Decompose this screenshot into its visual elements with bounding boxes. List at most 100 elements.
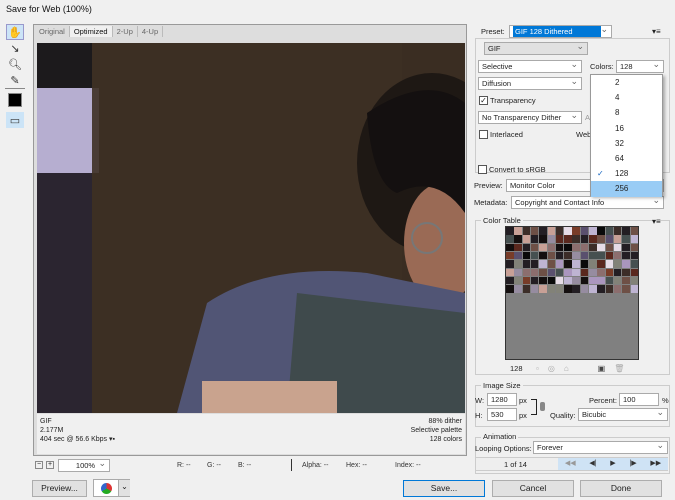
- color-swatch[interactable]: [530, 268, 539, 276]
- color-swatch[interactable]: [630, 227, 638, 235]
- color-swatch[interactable]: [564, 276, 572, 285]
- play-icon[interactable]: ▶: [610, 458, 615, 470]
- color-swatch[interactable]: [613, 268, 622, 276]
- color-swatch[interactable]: [522, 285, 531, 293]
- color-table[interactable]: [505, 226, 639, 360]
- color-swatch[interactable]: [530, 276, 539, 285]
- color-swatch[interactable]: [589, 227, 597, 235]
- color-swatch[interactable]: [555, 243, 564, 252]
- color-swatch[interactable]: [530, 227, 539, 235]
- color-swatch[interactable]: [589, 268, 597, 276]
- tab-2-up[interactable]: 2-Up: [112, 26, 138, 37]
- zoom-tool-icon[interactable]: 🔍︎: [6, 56, 24, 72]
- color-swatch[interactable]: [572, 276, 580, 285]
- color-swatch[interactable]: [564, 268, 572, 276]
- color-swatch[interactable]: [547, 235, 555, 243]
- eyedropper-tool-icon[interactable]: ✎: [6, 72, 24, 88]
- color-swatch[interactable]: [555, 260, 564, 268]
- colors-option-4[interactable]: 4: [591, 90, 662, 105]
- quality-select[interactable]: Bicubic: [578, 407, 668, 421]
- color-swatch[interactable]: [572, 251, 580, 260]
- color-swatch[interactable]: [564, 227, 572, 235]
- color-swatch[interactable]: [555, 268, 564, 276]
- color-swatch[interactable]: [522, 243, 531, 252]
- color-swatch[interactable]: [597, 235, 605, 243]
- slice-select-tool-icon[interactable]: ↘: [6, 40, 24, 56]
- color-swatch[interactable]: [572, 235, 580, 243]
- first-frame-icon[interactable]: ◀◀: [565, 458, 576, 470]
- color-swatch[interactable]: [605, 243, 614, 252]
- color-swatch[interactable]: [506, 243, 514, 252]
- color-swatch[interactable]: [597, 260, 605, 268]
- color-swatch[interactable]: [530, 235, 539, 243]
- color-swatch[interactable]: [522, 260, 531, 268]
- color-swatch[interactable]: [506, 285, 514, 293]
- color-swatch[interactable]: [589, 251, 597, 260]
- color-table-menu-icon[interactable]: ▾≡: [652, 217, 661, 226]
- color-swatch[interactable]: [605, 268, 614, 276]
- browser-preview-select[interactable]: ⌄: [93, 479, 130, 497]
- next-frame-icon[interactable]: |▶: [629, 458, 636, 470]
- color-swatch[interactable]: [597, 251, 605, 260]
- color-swatch[interactable]: [564, 243, 572, 252]
- color-swatch[interactable]: [622, 235, 630, 243]
- color-swatch[interactable]: [580, 227, 589, 235]
- color-swatch[interactable]: [564, 260, 572, 268]
- zoom-level-select[interactable]: 100%: [58, 458, 110, 472]
- zoom-in-button[interactable]: +: [46, 461, 54, 469]
- color-swatch[interactable]: [605, 260, 614, 268]
- color-swatch[interactable]: [630, 268, 638, 276]
- tab-4-up[interactable]: 4-Up: [137, 26, 164, 37]
- link-icon[interactable]: [540, 402, 545, 411]
- color-swatch[interactable]: [613, 276, 622, 285]
- color-swatch[interactable]: [514, 285, 522, 293]
- width-input[interactable]: 1280: [487, 393, 517, 406]
- color-swatch[interactable]: [572, 227, 580, 235]
- color-swatch[interactable]: [555, 251, 564, 260]
- color-swatch[interactable]: [613, 243, 622, 252]
- optimized-preview-image[interactable]: [37, 43, 465, 413]
- colors-option-32[interactable]: 32: [591, 136, 662, 151]
- color-swatch[interactable]: [630, 251, 638, 260]
- color-swatch[interactable]: [506, 235, 514, 243]
- color-swatch[interactable]: [572, 268, 580, 276]
- color-swatch[interactable]: [622, 260, 630, 268]
- color-swatch[interactable]: [597, 268, 605, 276]
- color-swatch[interactable]: [622, 251, 630, 260]
- color-swatch[interactable]: [547, 243, 555, 252]
- color-swatch[interactable]: [539, 268, 547, 276]
- color-swatch[interactable]: [506, 268, 514, 276]
- color-swatch[interactable]: [572, 243, 580, 252]
- color-swatch[interactable]: [539, 285, 547, 293]
- color-swatch[interactable]: [522, 251, 531, 260]
- color-swatch[interactable]: [580, 285, 589, 293]
- color-swatch[interactable]: [597, 243, 605, 252]
- color-swatch[interactable]: [522, 227, 531, 235]
- color-swatch[interactable]: [622, 285, 630, 293]
- color-swatch[interactable]: [589, 243, 597, 252]
- color-swatch[interactable]: [605, 235, 614, 243]
- color-swatch[interactable]: [613, 227, 622, 235]
- preview-button[interactable]: Preview...: [32, 480, 87, 497]
- color-swatch[interactable]: [555, 285, 564, 293]
- metadata-select[interactable]: Copyright and Contact Info: [511, 195, 664, 209]
- colors-option-8[interactable]: 8: [591, 105, 662, 120]
- color-swatch[interactable]: [514, 251, 522, 260]
- color-swatch[interactable]: [580, 260, 589, 268]
- new-color-icon[interactable]: ▣: [598, 364, 615, 373]
- color-swatch[interactable]: [514, 243, 522, 252]
- color-swatch[interactable]: [622, 276, 630, 285]
- cancel-button[interactable]: Cancel: [492, 480, 574, 497]
- percent-input[interactable]: 100: [619, 393, 659, 406]
- color-swatch[interactable]: [539, 235, 547, 243]
- map-transparent-icon[interactable]: ▫: [536, 364, 548, 373]
- color-swatch[interactable]: [514, 227, 522, 235]
- color-swatch[interactable]: [589, 285, 597, 293]
- toggle-slices-icon[interactable]: ▭: [6, 112, 24, 128]
- color-swatch[interactable]: [506, 227, 514, 235]
- colors-select[interactable]: 128: [616, 59, 664, 73]
- color-swatch[interactable]: [522, 235, 531, 243]
- format-select[interactable]: GIF: [484, 41, 588, 55]
- lock-color-icon[interactable]: ⌂: [564, 364, 578, 373]
- color-swatch[interactable]: [580, 235, 589, 243]
